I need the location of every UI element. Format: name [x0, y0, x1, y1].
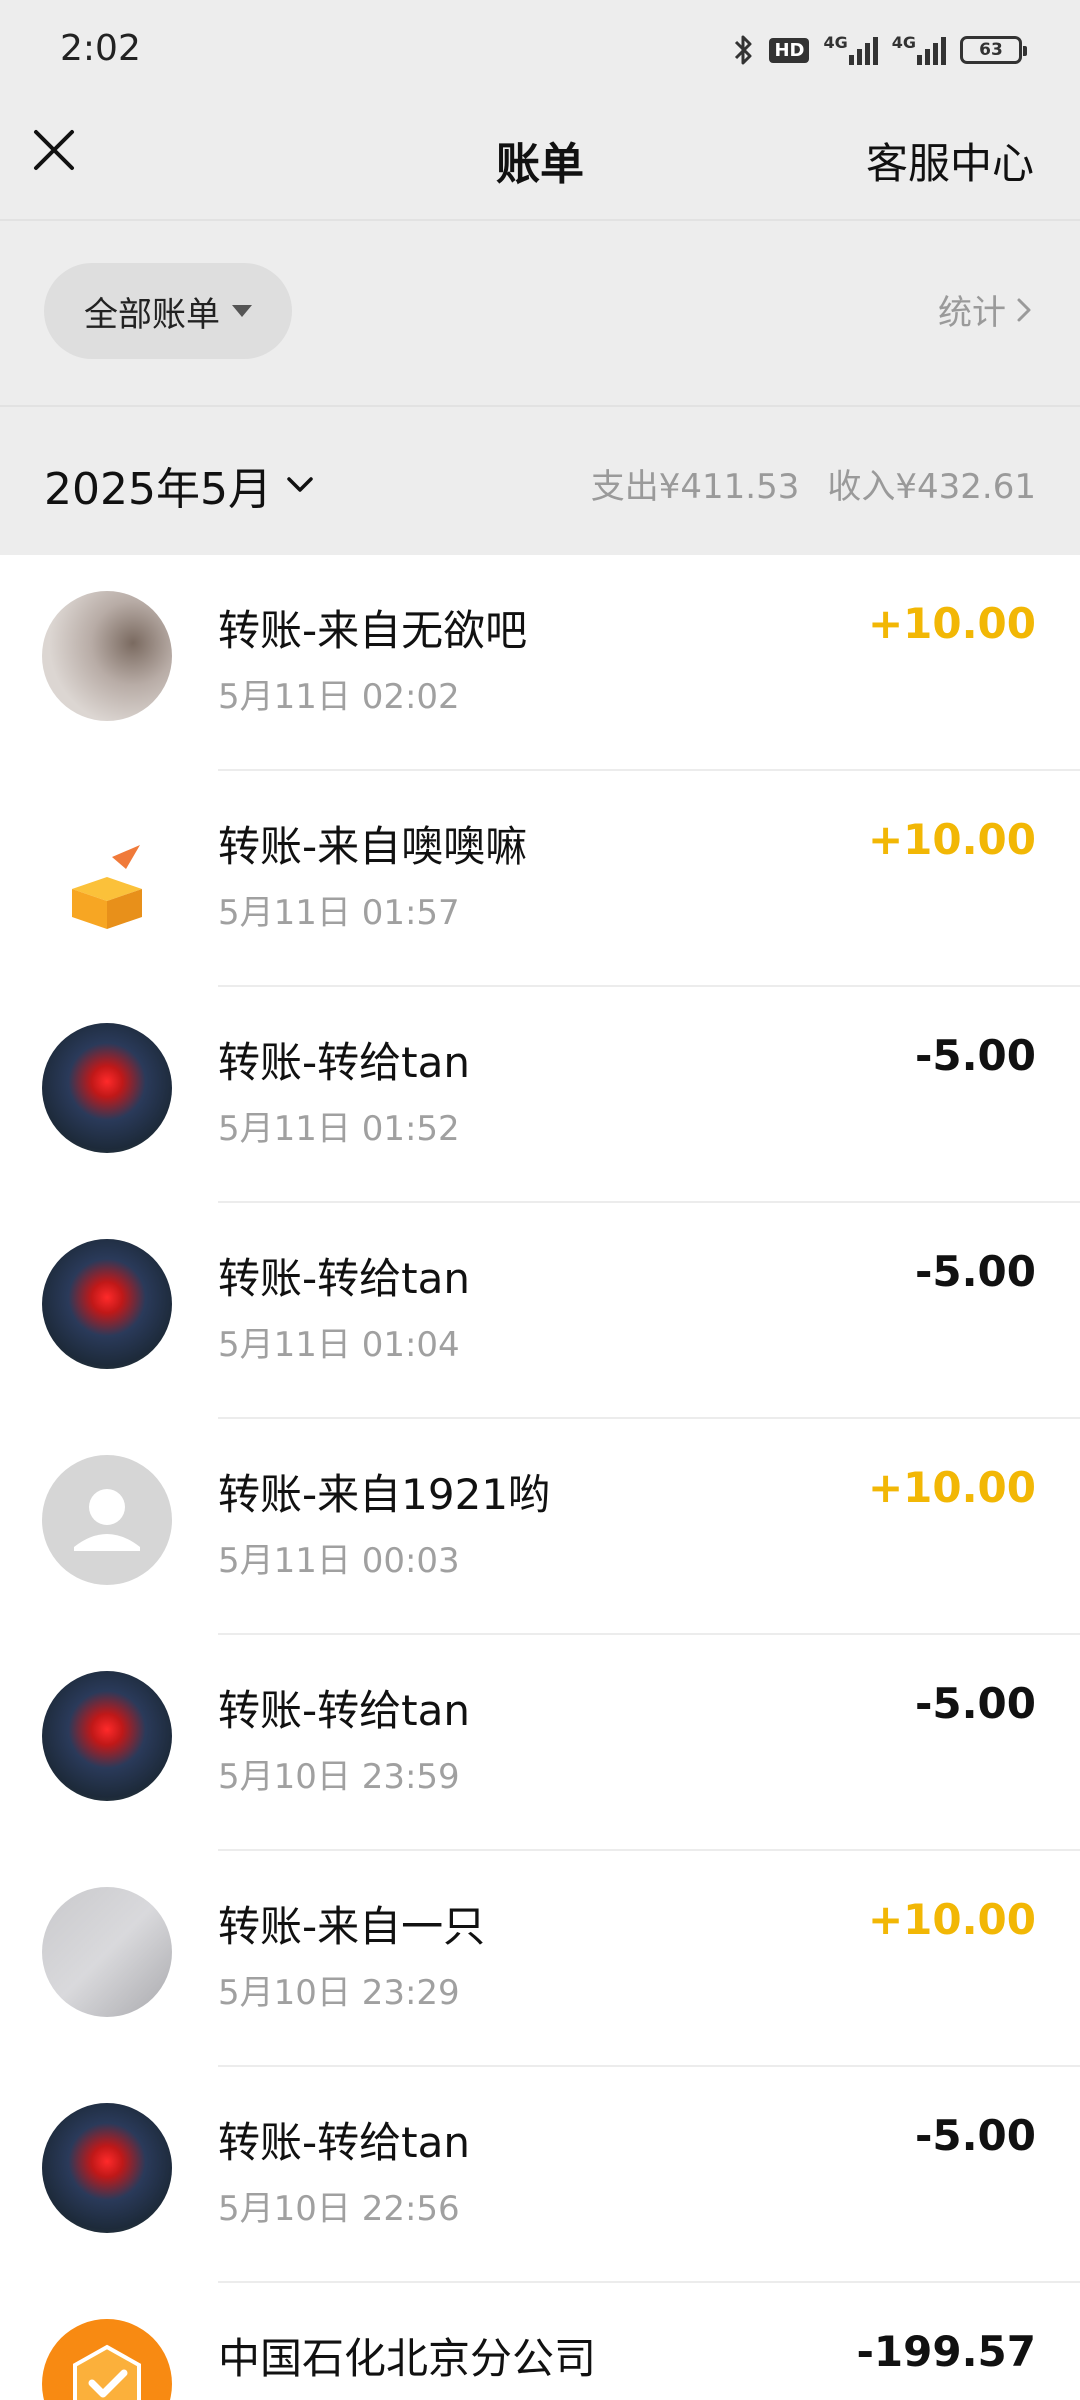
transaction-row[interactable]: 转账-来自1921哟 5月11日 00:03 +10.00 — [0, 1419, 1080, 1635]
status-bar: 2:02 HD 4G 4G 63 — [0, 0, 1080, 100]
dropdown-triangle-icon — [232, 305, 252, 317]
photo-avatar — [42, 591, 172, 721]
transaction-date: 5月11日 02:02 — [218, 677, 460, 717]
transaction-title: 转账-来自噢噢嘛 — [218, 822, 528, 871]
sinopec-logo-icon — [73, 2344, 141, 2400]
flower-avatar — [42, 1671, 172, 1801]
transaction-date: 5月11日 01:57 — [218, 893, 460, 933]
nav-bar: 账单 客服中心 — [0, 100, 1080, 220]
transaction-list: 转账-来自无欲吧 5月11日 02:02 +10.00 转账-来自噢噢嘛 5月1… — [0, 555, 1080, 2400]
transaction-title: 中国石化北京分公司 — [218, 2334, 597, 2383]
transaction-amount: +10.00 — [867, 1463, 1036, 1512]
month-income: 收入¥432.61 — [827, 467, 1036, 507]
transaction-row[interactable]: 中国石化北京分公司 -199.57 — [0, 2283, 1080, 2400]
transaction-row[interactable]: 转账-转给tan 5月10日 23:59 -5.00 — [0, 1635, 1080, 1851]
transaction-amount: -5.00 — [914, 1679, 1036, 1728]
transaction-amount: +10.00 — [867, 815, 1036, 864]
transaction-row[interactable]: 转账-转给tan 5月11日 01:04 -5.00 — [0, 1203, 1080, 1419]
filter-bar: 全部账单 统计 — [0, 221, 1080, 405]
stats-label: 统计 — [938, 293, 1006, 333]
transaction-row[interactable]: 转账-来自一只 5月10日 23:29 +10.00 — [0, 1851, 1080, 2067]
month-expense: 支出¥411.53 — [590, 467, 800, 507]
transaction-row[interactable]: 转账-转给tan 5月11日 01:52 -5.00 — [0, 987, 1080, 1203]
transaction-date: 5月10日 22:56 — [218, 2189, 460, 2229]
transaction-row[interactable]: 转账-转给tan 5月10日 22:56 -5.00 — [0, 2067, 1080, 2283]
transaction-row[interactable]: 转账-来自无欲吧 5月11日 02:02 +10.00 — [0, 555, 1080, 771]
transaction-date: 5月10日 23:29 — [218, 1973, 460, 2013]
hd-voice-icon: HD — [769, 37, 810, 63]
transaction-date: 5月10日 23:59 — [218, 1757, 460, 1797]
signal-icon-1: 4G — [823, 35, 878, 65]
gift-box-icon — [72, 845, 142, 929]
transaction-title: 转账-来自无欲吧 — [218, 606, 528, 655]
transaction-amount: -5.00 — [914, 1031, 1036, 1080]
signal-icon-2: 4G — [892, 35, 946, 65]
photo-avatar — [42, 1887, 172, 2017]
battery-icon: 63 — [960, 36, 1027, 64]
transaction-date: 5月11日 01:04 — [218, 1325, 460, 1365]
month-label: 2025年5月 — [44, 464, 272, 515]
transaction-amount: +10.00 — [867, 1895, 1036, 1944]
transaction-title: 转账-转给tan — [218, 1038, 470, 1087]
month-totals: 支出¥411.53 收入¥432.61 — [591, 459, 1036, 508]
transaction-row[interactable]: 转账-来自噢噢嘛 5月11日 01:57 +10.00 — [0, 771, 1080, 987]
filter-label: 全部账单 — [84, 294, 220, 335]
gift-box-avatar — [42, 807, 172, 937]
flower-avatar — [42, 2103, 172, 2233]
chevron-down-icon — [287, 477, 313, 492]
user-silhouette-icon — [74, 1489, 140, 1551]
status-icons: HD 4G 4G 63 — [733, 30, 1027, 70]
status-time: 2:02 — [60, 28, 141, 69]
flower-avatar — [42, 1023, 172, 1153]
transaction-amount: -5.00 — [914, 1247, 1036, 1296]
transaction-date: 5月11日 00:03 — [218, 1541, 460, 1581]
transaction-amount: -5.00 — [914, 2111, 1036, 2160]
transaction-title: 转账-来自一只 — [218, 1902, 486, 1951]
bluetooth-icon — [735, 35, 752, 65]
transaction-title: 转账-转给tan — [218, 1254, 470, 1303]
transaction-amount: +10.00 — [867, 599, 1036, 648]
default-user-avatar — [42, 1455, 172, 1585]
transaction-amount: -199.57 — [856, 2327, 1036, 2376]
month-summary-bar: 2025年5月 支出¥411.53 收入¥432.61 — [0, 407, 1080, 555]
transaction-title: 转账-转给tan — [218, 2118, 470, 2167]
flower-avatar — [42, 1239, 172, 1369]
transaction-date: 5月11日 01:52 — [218, 1109, 460, 1149]
sinopec-logo — [42, 2319, 172, 2400]
bill-type-filter[interactable]: 全部账单 — [44, 263, 292, 359]
customer-service-link[interactable]: 客服中心 — [866, 130, 1034, 191]
transaction-title: 转账-来自1921哟 — [218, 1470, 551, 1519]
stats-link[interactable]: 统计 — [938, 285, 1032, 334]
chevron-right-icon — [1017, 298, 1031, 321]
transaction-title: 转账-转给tan — [218, 1686, 470, 1735]
month-selector[interactable]: 2025年5月 — [44, 453, 314, 517]
